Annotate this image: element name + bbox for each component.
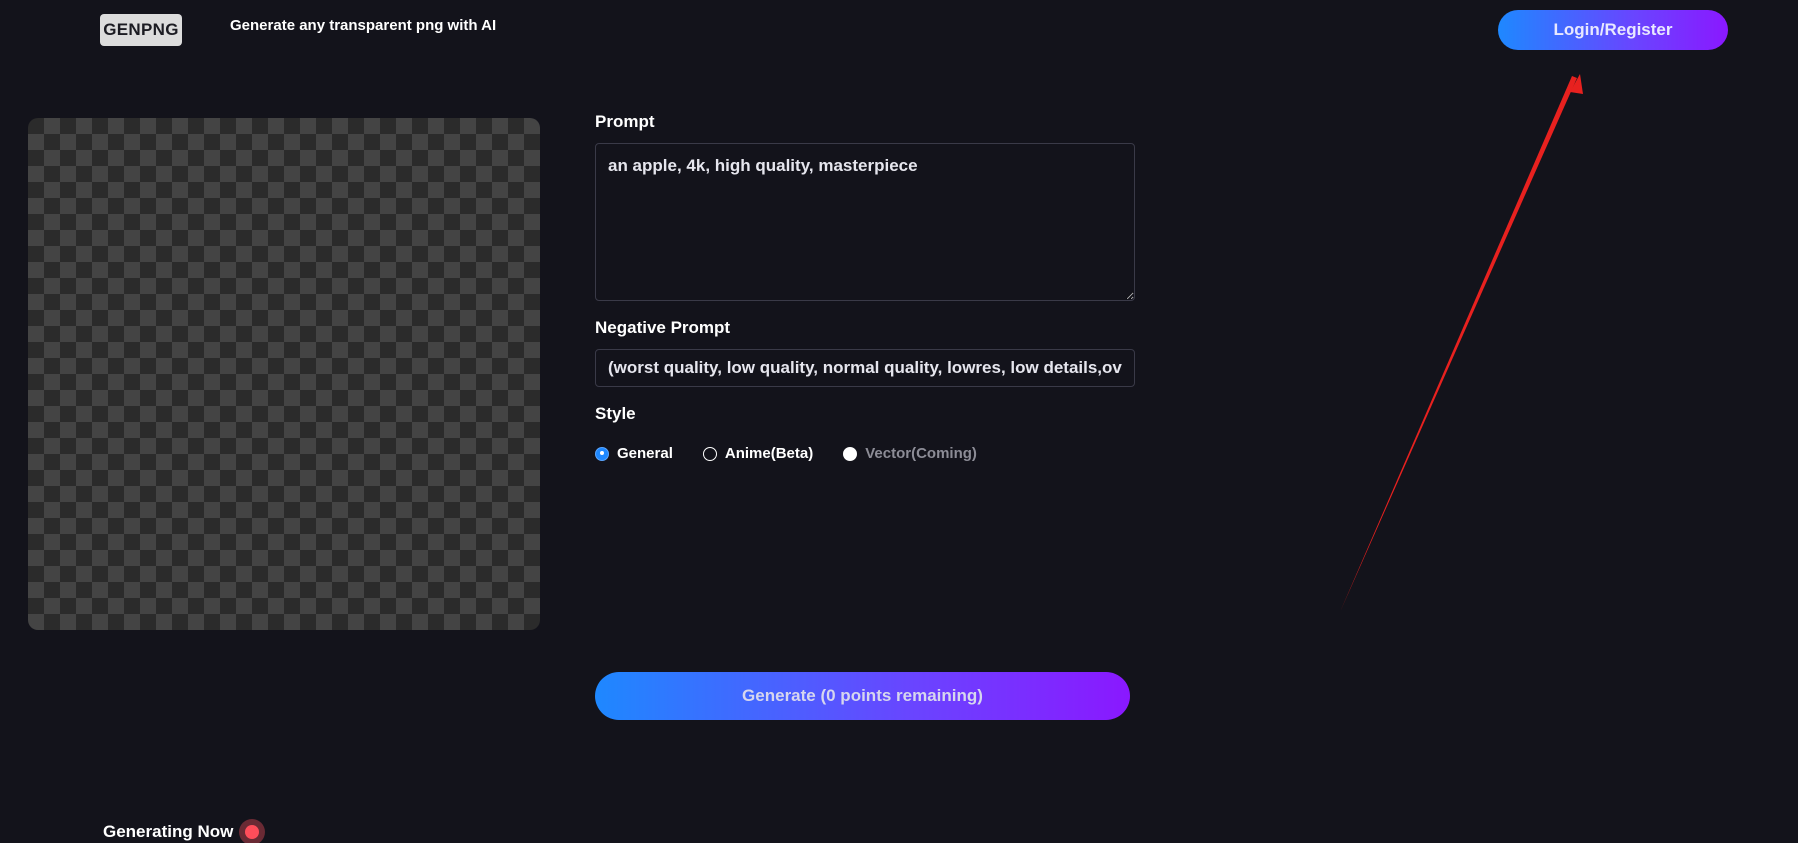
radio-unchecked-icon[interactable]: [702, 446, 717, 461]
image-preview-canvas: [28, 118, 540, 630]
login-register-button[interactable]: Login/Register: [1498, 10, 1728, 50]
tagline: Generate any transparent png with AI: [230, 17, 497, 34]
radio-checked-icon[interactable]: [595, 446, 609, 461]
style-label: Style: [595, 404, 636, 423]
prompt-label: Prompt: [595, 112, 655, 131]
style-option-label: General: [617, 445, 673, 462]
style-option-vector: Vector(Coming): [843, 445, 977, 462]
style-option-general[interactable]: General: [595, 445, 673, 462]
radio-disabled-icon: [843, 446, 858, 461]
page: GENPNG Generate any transparent png with…: [0, 0, 1798, 843]
generate-button[interactable]: Generate (0 points remaining): [595, 672, 1130, 720]
style-option-label: Anime(Beta): [724, 445, 814, 462]
live-indicator-icon: [239, 819, 266, 843]
negative-prompt-input[interactable]: [595, 349, 1135, 387]
generating-now-section: Generating Now: [103, 819, 266, 843]
logo[interactable]: GENPNG: [100, 14, 182, 46]
style-option-label: Vector(Coming): [865, 445, 977, 462]
generating-now-title: Generating Now: [103, 822, 234, 841]
style-radio-group: General Anime(Beta) Vector(Coming): [595, 445, 1007, 462]
negative-prompt-label: Negative Prompt: [595, 318, 731, 337]
style-option-anime[interactable]: Anime(Beta): [702, 445, 814, 462]
prompt-input[interactable]: an apple, 4k, high quality, masterpiece: [595, 143, 1135, 301]
